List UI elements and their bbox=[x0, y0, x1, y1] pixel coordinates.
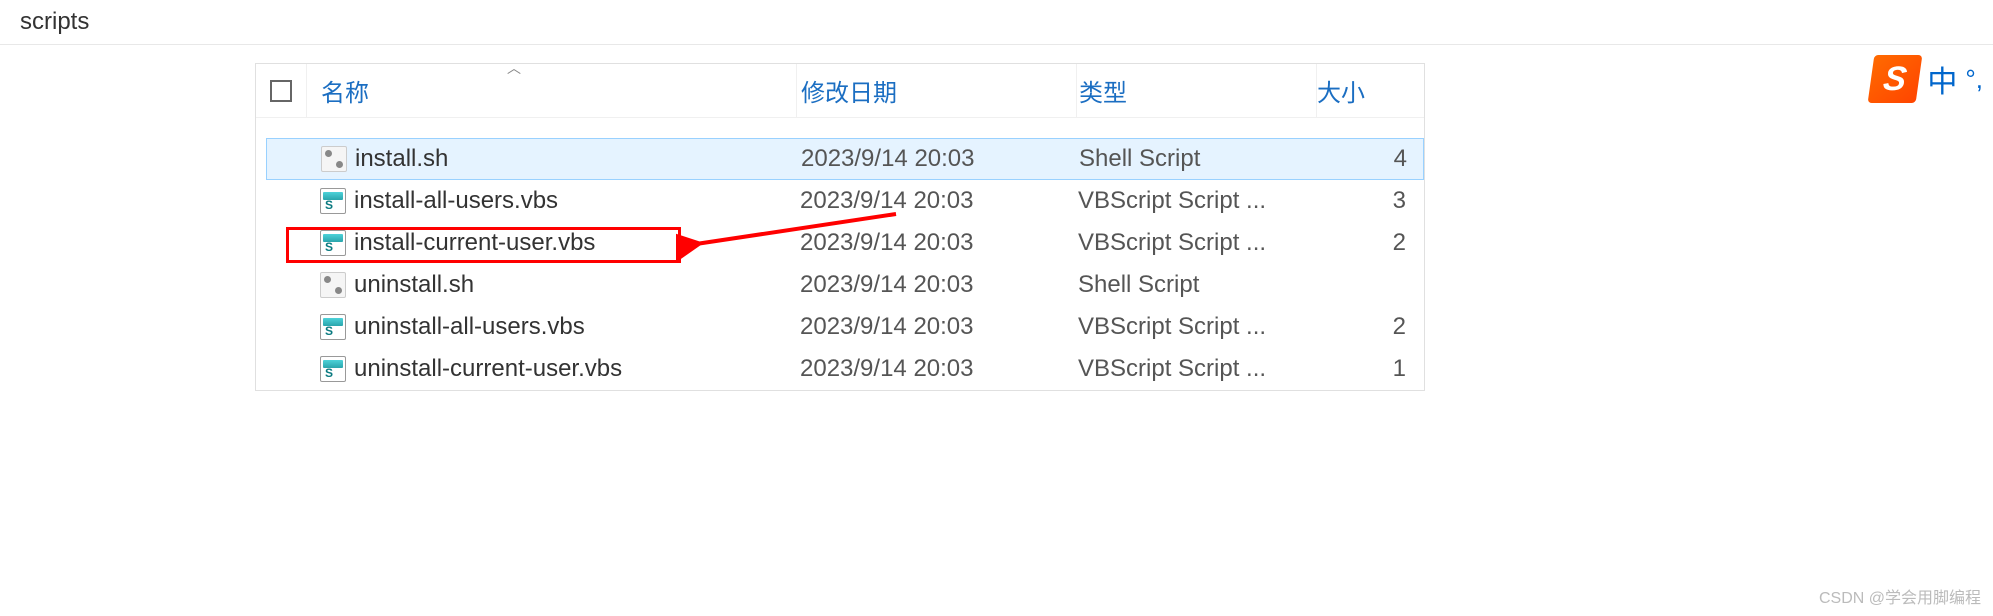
file-name-cell[interactable]: uninstall-current-user.vbs bbox=[306, 355, 796, 383]
shell-script-icon bbox=[321, 146, 347, 172]
file-name-label: install-all-users.vbs bbox=[354, 187, 558, 215]
file-size-cell: 3 bbox=[1316, 187, 1416, 215]
file-rows-container: install.sh2023/9/14 20:03Shell Script4in… bbox=[256, 118, 1424, 390]
file-date-cell: 2023/9/14 20:03 bbox=[796, 187, 1076, 215]
file-size-cell: 1 bbox=[1316, 355, 1416, 383]
column-header-name-label: 名称 bbox=[321, 73, 369, 108]
column-header-date[interactable]: 修改日期 bbox=[796, 64, 1076, 117]
file-type-cell: VBScript Script ... bbox=[1076, 355, 1316, 383]
file-type-cell: VBScript Script ... bbox=[1076, 229, 1316, 257]
ime-logo-text: S bbox=[1881, 60, 1909, 99]
file-row[interactable]: uninstall-current-user.vbs 2023/9/14 20:0… bbox=[256, 348, 1424, 390]
file-type-cell: VBScript Script ... bbox=[1076, 313, 1316, 341]
file-name-label: uninstall.sh bbox=[354, 271, 474, 299]
file-type-cell: Shell Script bbox=[1077, 145, 1317, 173]
ime-logo-icon: S bbox=[1868, 55, 1923, 103]
select-all-cell[interactable] bbox=[256, 80, 306, 102]
file-size-cell: 2 bbox=[1316, 313, 1416, 341]
file-name-cell[interactable]: uninstall-all-users.vbs bbox=[306, 313, 796, 341]
file-list-panel: 名称 ︿ 修改日期 类型 大小 install.sh 2023/9/14 20:0… bbox=[255, 63, 1425, 391]
file-row[interactable]: install-all-users.vbs 2023/9/14 20:03VBSc… bbox=[256, 180, 1424, 222]
column-header-size[interactable]: 大小 bbox=[1316, 64, 1416, 117]
file-name-label: uninstall-current-user.vbs bbox=[354, 355, 622, 383]
file-name-cell[interactable]: install.sh bbox=[307, 145, 797, 173]
column-header-row: 名称 ︿ 修改日期 类型 大小 bbox=[256, 64, 1424, 118]
file-date-cell: 2023/9/14 20:03 bbox=[796, 271, 1076, 299]
file-size-cell: 4 bbox=[1317, 145, 1417, 173]
ime-mode[interactable]: 中 bbox=[1927, 57, 1957, 101]
file-row[interactable]: install-current-user.vbs 2023/9/14 20:03V… bbox=[256, 222, 1424, 264]
folder-title: scripts bbox=[0, 0, 1993, 45]
ime-punctuation[interactable]: °, bbox=[1965, 64, 1983, 95]
file-name-cell[interactable]: install-current-user.vbs bbox=[306, 229, 796, 257]
shell-script-icon bbox=[320, 272, 346, 298]
file-type-cell: VBScript Script ... bbox=[1076, 187, 1316, 215]
folder-title-text: scripts bbox=[20, 8, 89, 35]
file-name-label: install.sh bbox=[355, 145, 448, 173]
file-name-cell[interactable]: uninstall.sh bbox=[306, 271, 796, 299]
file-name-label: install-current-user.vbs bbox=[354, 229, 595, 257]
column-header-size-label: 大小 bbox=[1317, 73, 1365, 108]
column-header-name[interactable]: 名称 ︿ bbox=[306, 64, 796, 117]
vbs-script-icon bbox=[320, 188, 346, 214]
select-all-checkbox[interactable] bbox=[270, 80, 292, 102]
file-name-label: uninstall-all-users.vbs bbox=[354, 313, 585, 341]
column-header-type[interactable]: 类型 bbox=[1076, 64, 1316, 117]
file-row[interactable]: install.sh 2023/9/14 20:03Shell Script4 bbox=[266, 138, 1424, 180]
column-header-date-label: 修改日期 bbox=[801, 73, 897, 108]
ime-indicator[interactable]: S 中 °, bbox=[1871, 55, 1983, 103]
file-size-cell: 2 bbox=[1316, 229, 1416, 257]
file-name-cell[interactable]: install-all-users.vbs bbox=[306, 187, 796, 215]
vbs-script-icon bbox=[320, 356, 346, 382]
file-type-cell: Shell Script bbox=[1076, 271, 1316, 299]
sort-ascending-icon: ︿ bbox=[507, 58, 521, 78]
file-date-cell: 2023/9/14 20:03 bbox=[796, 229, 1076, 257]
file-date-cell: 2023/9/14 20:03 bbox=[797, 145, 1077, 173]
watermark: CSDN @学会用脚编程 bbox=[1819, 584, 1981, 608]
file-row[interactable]: uninstall.sh 2023/9/14 20:03Shell Script bbox=[256, 264, 1424, 306]
file-row[interactable]: uninstall-all-users.vbs 2023/9/14 20:03VB… bbox=[256, 306, 1424, 348]
column-header-type-label: 类型 bbox=[1079, 73, 1127, 108]
file-date-cell: 2023/9/14 20:03 bbox=[796, 313, 1076, 341]
vbs-script-icon bbox=[320, 230, 346, 256]
file-date-cell: 2023/9/14 20:03 bbox=[796, 355, 1076, 383]
vbs-script-icon bbox=[320, 314, 346, 340]
